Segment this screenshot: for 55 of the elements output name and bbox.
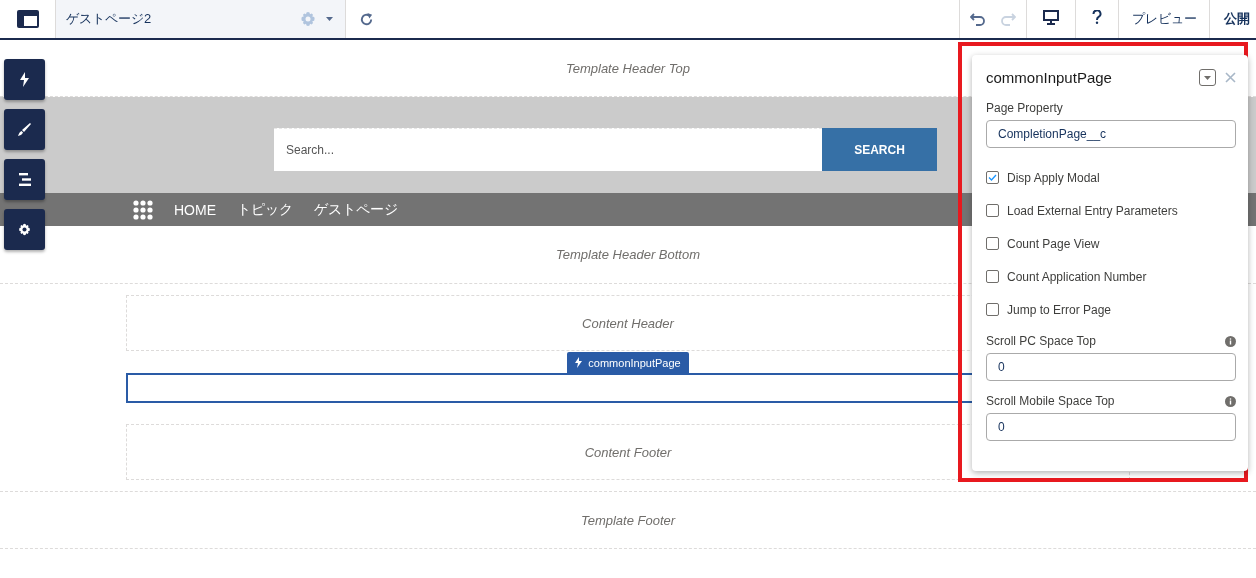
settings-icon <box>18 223 31 236</box>
input-field[interactable]: 0 <box>986 353 1236 381</box>
caret-icon[interactable] <box>326 17 333 21</box>
checkbox[interactable] <box>986 303 999 316</box>
input-field[interactable]: 0 <box>986 413 1236 441</box>
close-icon <box>1225 72 1236 83</box>
region-label: Template Footer <box>580 512 676 528</box>
nav-link[interactable]: HOME <box>174 201 216 218</box>
layout-icon[interactable] <box>16 10 39 28</box>
checkbox-label: Jump to Error Page <box>1007 302 1112 317</box>
info-icon[interactable] <box>1225 335 1236 347</box>
input-field[interactable]: CompletionPage__c <box>986 120 1236 148</box>
checkbox-label: Count Page View <box>1007 236 1100 251</box>
preview-button[interactable]: プレビュー <box>1118 0 1209 38</box>
caret-icon <box>1204 75 1211 80</box>
region-label: Template Header Top <box>565 60 691 76</box>
lightning-icon <box>575 357 583 368</box>
checkbox-label: Load External Entry Parameters <box>1007 203 1178 218</box>
settings-button[interactable] <box>4 209 45 250</box>
field-label: Scroll Mobile Space Top <box>986 394 1115 408</box>
undo-button[interactable] <box>970 11 986 27</box>
search-field[interactable]: Search... <box>274 128 822 171</box>
nav-link[interactable]: トピック <box>237 200 293 219</box>
components-button[interactable] <box>4 59 45 100</box>
dropdown-button[interactable] <box>1199 69 1216 86</box>
checkbox-label: Count Application Number <box>1007 269 1147 284</box>
search-button[interactable]: SEARCH <box>822 128 937 171</box>
refresh-icon <box>358 11 374 27</box>
app-launcher-icon[interactable] <box>133 199 153 220</box>
page-structure-button[interactable] <box>4 159 45 200</box>
page-title: ゲストページ2 <box>66 10 153 28</box>
theme-button[interactable] <box>4 109 45 150</box>
component-tag[interactable]: commonInputPage <box>567 352 689 373</box>
checkbox[interactable] <box>986 237 999 250</box>
nav-link[interactable]: ゲストページ <box>314 200 398 219</box>
region-label: Template Header Bottom <box>555 247 700 262</box>
checkbox[interactable] <box>986 204 999 217</box>
help-icon <box>1092 10 1102 24</box>
panel-title: commonInputPage <box>986 69 1113 86</box>
field-label: Page Property <box>986 101 1063 115</box>
checkbox-label: Disp Apply Modal <box>1007 170 1100 185</box>
field-label: Scroll PC Space Top <box>986 334 1096 348</box>
redo-icon <box>1000 11 1016 27</box>
page-tab[interactable]: ゲストページ2 <box>56 0 346 38</box>
lightning-icon <box>20 72 29 87</box>
monitor-icon <box>1043 10 1059 25</box>
list-icon <box>18 173 31 186</box>
undo-icon <box>970 11 986 27</box>
info-icon[interactable] <box>1225 395 1236 407</box>
region-label: Content Footer <box>584 444 672 460</box>
checkbox[interactable] <box>986 171 999 184</box>
region-label: Content Header <box>582 315 674 331</box>
checkbox[interactable] <box>986 270 999 283</box>
brush-icon <box>18 123 31 136</box>
publish-button[interactable]: 公開 <box>1209 0 1256 38</box>
